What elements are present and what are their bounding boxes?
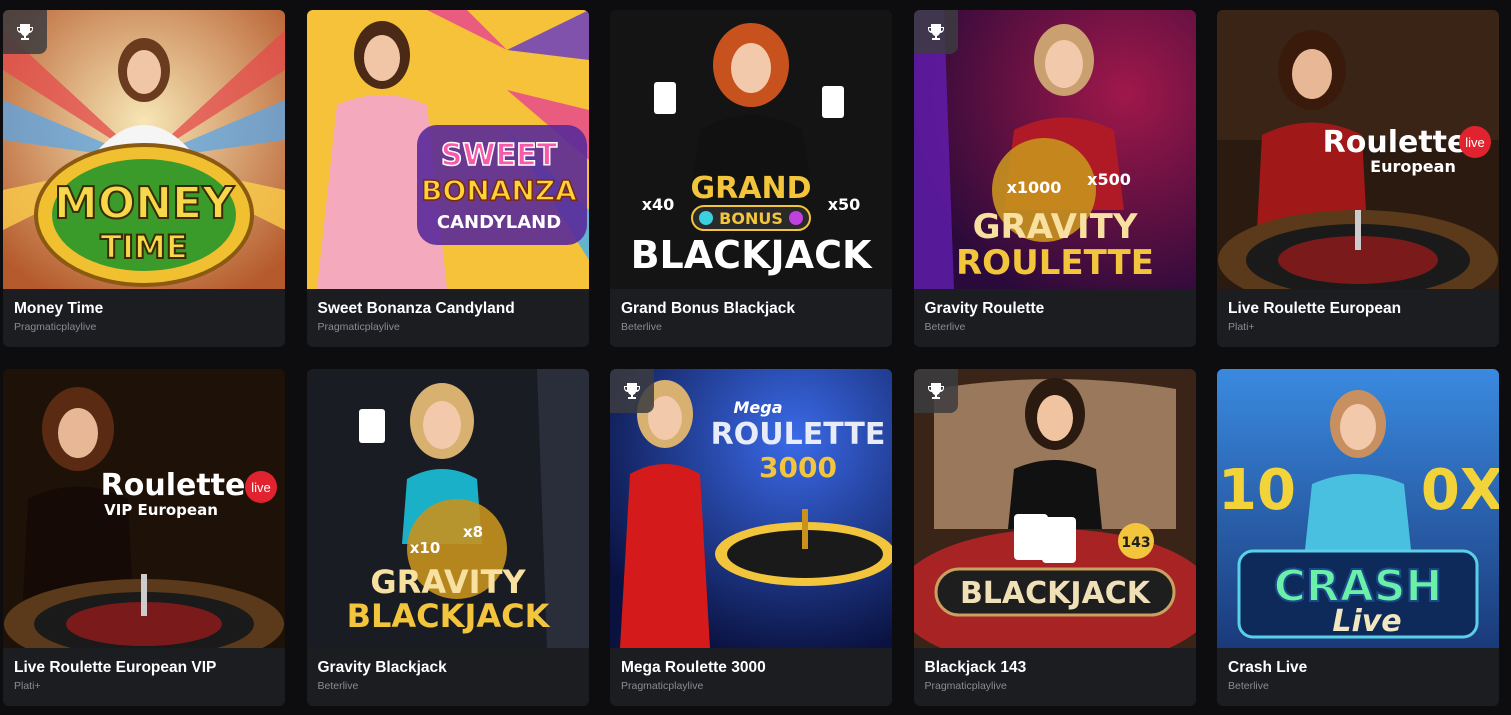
game-title[interactable]: Mega Roulette 3000 [621,658,881,678]
game-provider: Pragmaticplaylive [14,321,97,333]
game-logo-line: x1000 [1006,178,1061,197]
game-logo-line: BLACKJACK [631,233,873,277]
sweet-bonanza-artwork: SWEET BONANZA CANDYLAND [306,10,589,289]
game-logo-line: BONANZA [421,174,577,207]
trophy-icon [3,10,47,54]
grand-bonus-blackjack-artwork: GRAND BONUS BLACKJACK x40 x50 [610,10,892,289]
game-card[interactable]: SWEET BONANZA CANDYLAND Sweet Bonanza Ca… [306,10,589,347]
game-logo-line: 10 [1218,458,1296,523]
blackjack-143-artwork: BLACKJACK 143 [913,369,1196,648]
game-logo-line: CANDYLAND [436,212,560,233]
game-thumbnail[interactable]: x10 x8 GRAVITY BLACKJACK [306,369,589,648]
game-logo-line: MONEY [54,178,235,229]
game-logo-line: x40 [642,195,675,214]
game-title[interactable]: Grand Bonus Blackjack [621,299,881,319]
game-thumbnail[interactable]: x1000 x500 GRAVITY ROULETTE [913,10,1196,289]
game-logo-line: GRAND [691,171,812,206]
game-thumbnail[interactable]: SWEET BONANZA CANDYLAND [306,10,589,289]
live-roulette-european-artwork: Roulette live European [1217,10,1499,289]
game-title[interactable]: Live Roulette European [1228,299,1488,319]
game-grid: MONEY TIME Money Time Pragmaticplaylive [3,10,1499,706]
game-logo-line: ROULETTE [956,243,1154,283]
game-provider: Pragmaticplaylive [924,680,1007,692]
game-thumbnail[interactable]: 10 0X CRASH Live [1217,369,1499,648]
game-provider: Beterlive [1228,680,1269,692]
game-logo-line: x10 [409,539,440,557]
game-logo-line: GRAVITY [370,563,526,601]
gravity-roulette-artwork: x1000 x500 GRAVITY ROULETTE [913,10,1196,289]
trophy-icon [610,369,654,413]
game-logo-line: SWEET [440,138,557,173]
game-logo-line: live [1465,135,1485,150]
live-roulette-vip-artwork: Roulette live VIP European [3,369,285,648]
money-time-artwork: MONEY TIME [3,10,285,289]
game-logo-line: 3000 [759,451,837,484]
game-logo-line: 143 [1121,535,1150,551]
game-logo-line: BLACKJACK [346,597,550,635]
game-logo-line: Roulette [101,468,246,503]
game-provider: Beterlive [317,680,359,692]
game-thumbnail[interactable]: Roulette live European [1217,10,1499,289]
game-thumbnail[interactable]: MONEY TIME [3,10,285,289]
game-title[interactable]: Live Roulette European VIP [14,658,274,678]
game-title[interactable]: Crash Live [1228,658,1488,678]
game-logo-line: GRAVITY [972,207,1137,247]
game-card[interactable]: x1000 x500 GRAVITY ROULETTE Gravity Roul… [913,10,1196,347]
game-title[interactable]: Sweet Bonanza Candyland [318,299,578,319]
game-logo-line: live [251,480,271,495]
game-provider: Pragmaticplaylive [621,680,704,692]
mega-roulette-artwork: Mega ROULETTE 3000 [610,369,892,648]
game-logo-line: Roulette [1323,125,1468,160]
game-card[interactable]: GRAND BONUS BLACKJACK x40 x50 Grand Bonu… [610,10,892,347]
game-logo-line: BONUS [719,209,783,228]
game-thumbnail[interactable]: GRAND BONUS BLACKJACK x40 x50 [610,10,892,289]
game-title[interactable]: Gravity Blackjack [318,658,578,678]
game-provider: Beterlive [924,321,966,333]
game-title[interactable]: Blackjack 143 [925,658,1185,678]
game-card[interactable]: Roulette live VIP European Live Roulette… [3,369,285,706]
game-card[interactable]: x10 x8 GRAVITY BLACKJACK Gravity Blackja… [306,369,589,706]
game-card[interactable]: MONEY TIME Money Time Pragmaticplaylive [3,10,285,347]
crash-live-artwork: 10 0X CRASH Live [1217,369,1499,648]
trophy-icon [913,10,958,54]
game-logo-line: VIP European [104,501,218,519]
game-card[interactable]: Roulette live European Live Roulette Eur… [1217,10,1499,347]
game-logo-line: BLACKJACK [959,576,1151,611]
game-logo-line: 0X [1421,458,1499,523]
game-title[interactable]: Money Time [14,299,274,319]
game-thumbnail[interactable]: BLACKJACK 143 [913,369,1196,648]
game-logo-line: x500 [1087,170,1131,189]
gravity-blackjack-artwork: x10 x8 GRAVITY BLACKJACK [306,369,589,648]
game-logo-line: European [1370,157,1456,176]
game-title[interactable]: Gravity Roulette [925,299,1185,319]
game-provider: Beterlive [621,321,662,333]
game-provider: Plati+ [1228,321,1255,333]
game-card[interactable]: Mega ROULETTE 3000 Mega Roulette 3000 Pr… [610,369,892,706]
game-provider: Pragmaticplaylive [317,321,400,333]
game-logo-line: TIME [100,228,187,266]
trophy-icon [913,369,958,413]
game-logo-line: x50 [828,195,861,214]
game-card[interactable]: 10 0X CRASH Live Crash Live Beterlive [1217,369,1499,706]
game-thumbnail[interactable]: Roulette live VIP European [3,369,285,648]
game-logo-line: Live [1332,604,1401,639]
game-thumbnail[interactable]: Mega ROULETTE 3000 [610,369,892,648]
game-card[interactable]: BLACKJACK 143 Blackjack 143 Pragmaticpla… [913,369,1196,706]
game-logo-line: ROULETTE [711,417,886,452]
game-logo-line: x8 [462,523,482,541]
game-logo-line: Mega [733,398,782,417]
game-provider: Plati+ [14,680,41,692]
